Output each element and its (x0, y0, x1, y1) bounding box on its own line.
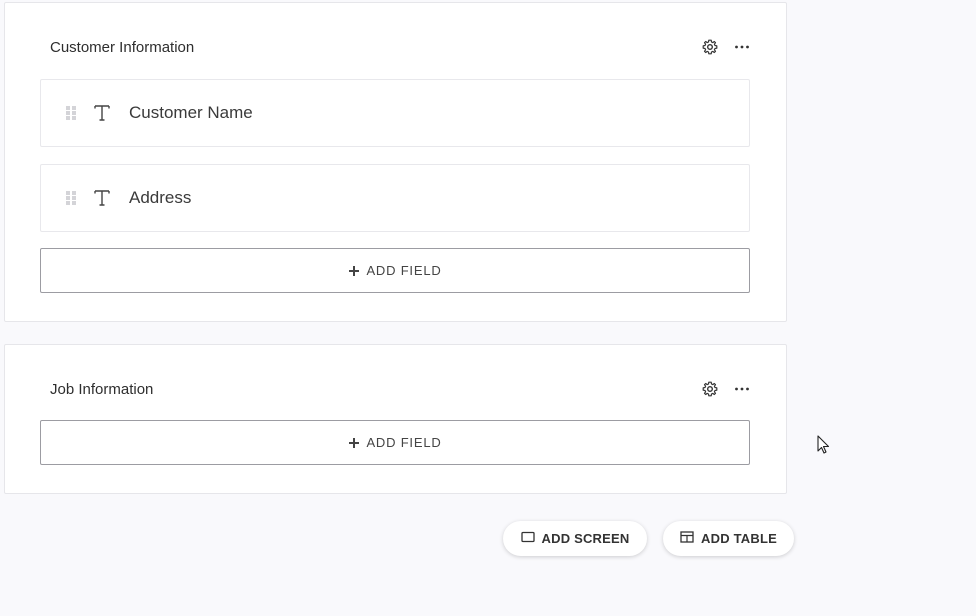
add-table-button[interactable]: ADD TABLE (663, 521, 794, 556)
drag-handle-icon[interactable] (65, 105, 77, 121)
text-type-icon (93, 189, 111, 207)
section-header: Customer Information (50, 35, 751, 59)
table-icon (680, 530, 694, 548)
plus-icon (348, 265, 360, 277)
section-header: Job Information (50, 377, 751, 401)
more-horizontal-icon[interactable] (733, 380, 751, 398)
field-row-address[interactable]: Address (40, 164, 750, 232)
add-screen-button[interactable]: ADD SCREEN (503, 521, 647, 556)
screen-icon (520, 530, 535, 548)
gear-icon[interactable] (701, 38, 719, 56)
add-field-label: ADD FIELD (366, 263, 442, 278)
section-actions (701, 38, 751, 56)
plus-icon (348, 437, 360, 449)
add-screen-label: ADD SCREEN (541, 531, 630, 546)
form-builder-page: Customer Information Customer Name Addre… (0, 0, 976, 616)
section-customer-information: Customer Information Customer Name Addre… (4, 2, 787, 322)
more-horizontal-icon[interactable] (733, 38, 751, 56)
text-type-icon (93, 104, 111, 122)
field-label: Customer Name (129, 103, 253, 122)
field-row-customer-name[interactable]: Customer Name (40, 79, 750, 147)
add-field-button[interactable]: ADD FIELD (40, 420, 750, 465)
section-title: Job Information (50, 380, 154, 398)
add-table-label: ADD TABLE (701, 531, 777, 546)
section-job-information: Job Information ADD FIELD (4, 344, 787, 494)
section-actions (701, 380, 751, 398)
add-field-button[interactable]: ADD FIELD (40, 248, 750, 293)
gear-icon[interactable] (701, 380, 719, 398)
mouse-cursor-icon (817, 435, 831, 455)
section-title: Customer Information (50, 38, 195, 56)
drag-handle-icon[interactable] (65, 190, 77, 206)
field-label: Address (129, 188, 192, 207)
add-field-label: ADD FIELD (366, 435, 442, 450)
